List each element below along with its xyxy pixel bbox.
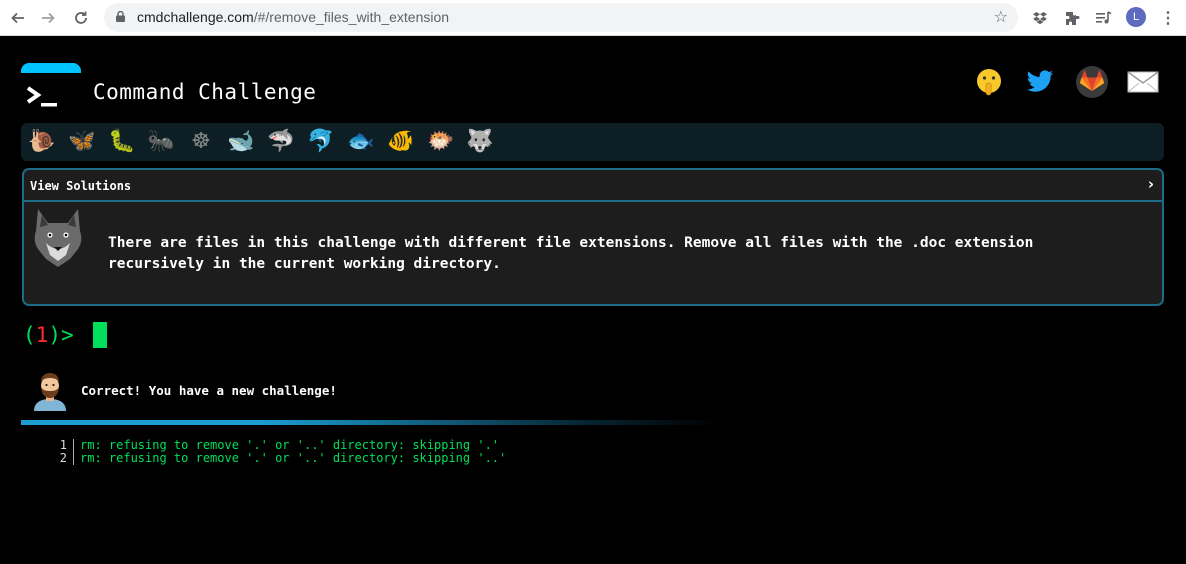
url-path: /#/remove_files_with_extension [253,9,450,25]
view-solutions-toggle[interactable]: View Solutions › [24,170,1162,202]
output-text: rm: refusing to remove '.' or '..' direc… [80,438,500,452]
achievement-badges: 🐌 🦋 🐛 🐜 ☸ 🐋 🦈 🐬 🐟 🐠 🐡 🐺 [21,123,1164,161]
command-output: 1 rm: refusing to remove '.' or '..' dire… [55,439,506,465]
menu-icon[interactable]: ⋮ [1160,7,1176,29]
command-prompt: (1)> [23,323,74,347]
wolf-avatar-icon [34,209,82,267]
view-solutions-label: View Solutions [30,179,132,193]
extensions-icon[interactable] [1061,7,1083,29]
reading-list-icon[interactable] [1093,7,1115,29]
tropical-fish-icon: 🐠 [387,129,415,154]
fish-icon: 🐟 [347,129,375,154]
url-domain: cmdchallenge.com [137,9,254,25]
wolf-icon: 🐺 [466,129,494,154]
badge-9[interactable]: 🐠 [386,127,416,157]
badge-0[interactable]: 🐌 [27,127,57,157]
terminal-input-cursor[interactable] [93,322,107,348]
ant-icon: 🐜 [147,129,175,154]
lock-icon[interactable] [116,11,125,22]
chevron-right-icon: › [1147,175,1154,193]
site-logo[interactable] [21,63,81,113]
badge-5[interactable]: 🐋 [226,127,256,157]
url-text[interactable]: cmdchallenge.com/#/remove_files_with_ext… [137,9,449,25]
prompt-open: ( [23,323,36,347]
gitlab-icon[interactable] [1076,66,1108,98]
line-separator [73,452,74,465]
email-icon[interactable] [1127,66,1159,98]
badge-7[interactable]: 🐬 [306,127,336,157]
badge-3[interactable]: 🐜 [146,127,176,157]
site-title: Command Challenge [93,80,317,104]
blowfish-icon: 🐡 [427,129,455,154]
bookmark-star-icon[interactable]: ☆ [994,7,1008,26]
dropbox-icon[interactable] [1029,7,1051,29]
address-bar[interactable]: cmdchallenge.com/#/remove_files_with_ext… [104,3,1018,32]
browser-toolbar: cmdchallenge.com/#/remove_files_with_ext… [0,0,1186,36]
badge-2[interactable]: 🐛 [107,127,137,157]
prompt-number: 1 [35,323,49,347]
sun-wheel-icon: ☸ [191,129,211,154]
logo-tab [21,63,81,73]
profile-avatar[interactable]: L [1126,7,1146,27]
prompt-close: )> [48,323,74,347]
badge-6[interactable]: 🦈 [266,127,296,157]
dolphin-icon: 🐬 [307,129,335,154]
output-line: 2 rm: refusing to remove '.' or '..' dire… [55,452,506,465]
line-separator [73,439,74,452]
badge-8[interactable]: 🐟 [346,127,376,157]
badge-11[interactable]: 🐺 [465,127,495,157]
butterfly-icon: 🦋 [68,129,96,154]
feedback-message: Correct! You have a new challenge! [81,383,337,398]
badge-4[interactable]: ☸ [186,127,216,157]
shark-icon: 🦈 [267,129,295,154]
feedback-divider [21,420,721,425]
man-avatar-icon [34,373,66,411]
challenge-panel: View Solutions › There are files in this… [22,168,1164,306]
twitter-icon[interactable] [1024,66,1056,98]
terminal-prompt-icon [21,73,81,113]
bug-icon: 🐛 [108,129,136,154]
back-icon[interactable] [6,6,30,30]
reload-icon[interactable] [69,6,93,30]
snail-icon: 🐌 [28,129,56,154]
badge-10[interactable]: 🐡 [426,127,456,157]
forward-icon[interactable] [36,6,60,30]
badge-1[interactable]: 🦋 [67,127,97,157]
line-number: 2 [59,451,67,465]
shushing-face-icon[interactable] [973,66,1005,98]
whale-icon: 🐋 [227,129,255,154]
challenge-description: There are files in this challenge with d… [108,235,1034,272]
output-text: rm: refusing to remove '.' or '..' direc… [80,451,507,465]
